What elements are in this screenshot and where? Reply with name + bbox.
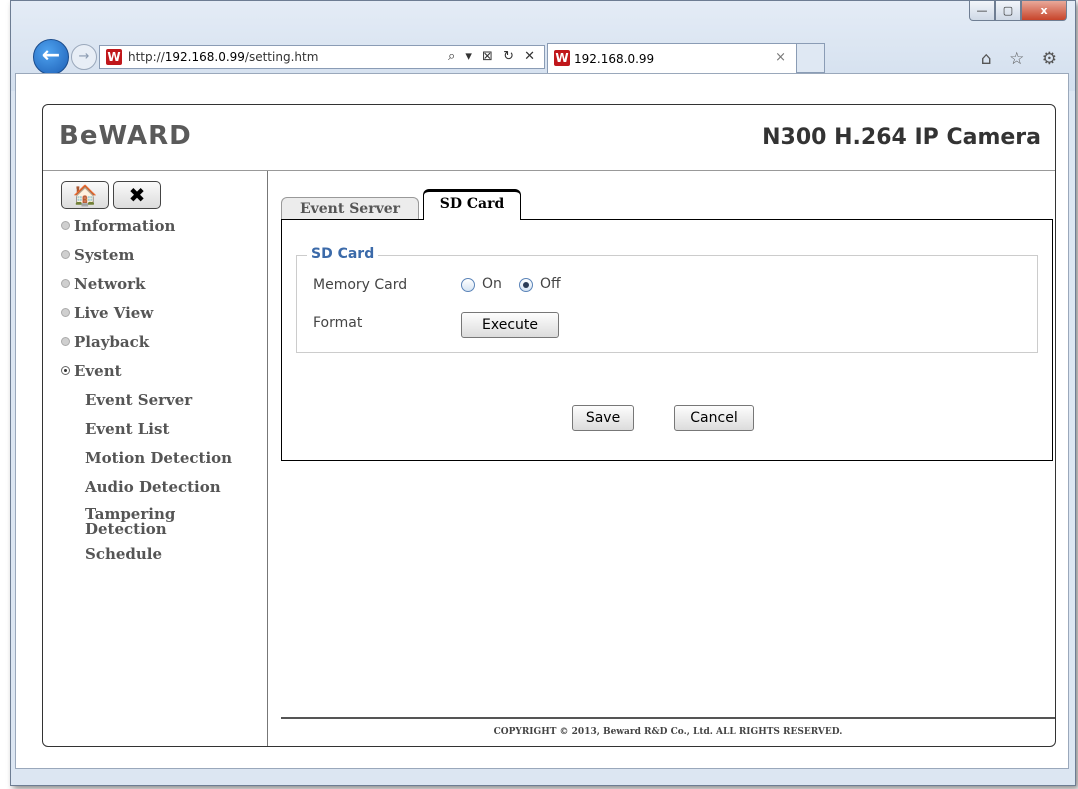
sidebar-item-network[interactable]: Network — [61, 275, 175, 304]
sd-card-fieldset: SD Card Memory Card On Off Format Execut… — [296, 246, 1038, 353]
sidebar-item-live-view[interactable]: Live View — [61, 304, 175, 333]
submenu-item-audio-detection[interactable]: Audio Detection — [85, 478, 232, 507]
maximize-button[interactable]: ▢ — [995, 1, 1021, 21]
camera-settings-page: BeWARD N300 H.264 IP Camera 🏠 ✖ Informat… — [42, 104, 1056, 747]
close-tab-icon[interactable]: × — [775, 50, 786, 65]
settings-button[interactable]: ✖ — [113, 181, 161, 209]
format-label: Format — [313, 315, 363, 331]
sidebar-menu: Information System Network Live View Pla… — [61, 217, 175, 391]
beward-logo: BeWARD — [59, 121, 192, 151]
page-header: BeWARD N300 H.264 IP Camera — [43, 105, 1055, 171]
sidebar: 🏠 ✖ Information System Network Live View… — [43, 171, 268, 746]
sidebar-icon-buttons: 🏠 ✖ — [61, 181, 161, 209]
sidebar-item-information[interactable]: Information — [61, 217, 175, 246]
status-bar — [15, 769, 1069, 781]
memory-card-on-radio[interactable] — [461, 278, 475, 292]
tab-sd-card[interactable]: SD Card — [423, 189, 521, 220]
sidebar-item-playback[interactable]: Playback — [61, 333, 175, 362]
submenu-item-schedule[interactable]: Schedule — [85, 545, 232, 574]
fieldset-legend: SD Card — [307, 246, 379, 262]
expanded-bullet-icon — [61, 366, 70, 375]
tab-panel: SD Card Memory Card On Off Format Execut… — [281, 219, 1053, 461]
page-viewport: BeWARD N300 H.264 IP Camera 🏠 ✖ Informat… — [15, 73, 1069, 769]
minimize-button[interactable]: — — [969, 1, 995, 21]
bullet-icon — [61, 221, 70, 230]
submenu-item-tampering-detection[interactable]: Tampering Detection — [85, 507, 185, 545]
submenu-item-motion-detection[interactable]: Motion Detection — [85, 449, 232, 478]
sidebar-item-system[interactable]: System — [61, 246, 175, 275]
bullet-icon — [61, 250, 70, 259]
address-bar[interactable]: W http://192.168.0.99/setting.htm ⌕ ▾ ⊠ … — [99, 45, 545, 69]
address-url: http://192.168.0.99/setting.htm — [128, 50, 319, 64]
memory-card-label: Memory Card — [313, 277, 408, 293]
browser-tab-title: 192.168.0.99 — [574, 52, 655, 66]
close-window-button[interactable]: x — [1021, 1, 1067, 21]
submenu-item-event-server[interactable]: Event Server — [85, 391, 232, 420]
bullet-icon — [61, 308, 70, 317]
execute-format-button[interactable]: Execute — [461, 312, 559, 338]
bullet-icon — [61, 337, 70, 346]
new-tab-button[interactable] — [797, 43, 825, 73]
main-content: Event Server SD Card SD Card Memory Card… — [267, 171, 1055, 746]
home-button[interactable]: 🏠 — [61, 181, 109, 209]
off-label: Off — [540, 276, 561, 292]
browser-toolbar-icons[interactable]: ⌂ ☆ ⚙ — [981, 49, 1063, 69]
memory-card-off-radio[interactable] — [519, 278, 533, 292]
footer-divider — [281, 717, 1055, 719]
event-submenu: Event Server Event List Motion Detection… — [85, 391, 232, 574]
home-icon: 🏠 — [72, 183, 98, 207]
save-button[interactable]: Save — [572, 405, 634, 431]
submenu-item-event-list[interactable]: Event List — [85, 420, 232, 449]
address-tools[interactable]: ⌕ ▾ ⊠ ↻ ✕ — [448, 46, 538, 68]
forward-button[interactable]: → — [71, 44, 97, 70]
browser-window: — ▢ x ← → W http://192.168.0.99/setting.… — [10, 0, 1076, 786]
copyright-text: COPYRIGHT © 2013, Beward R&D Co., Ltd. A… — [493, 727, 843, 737]
tab-favicon-icon: W — [554, 50, 570, 66]
window-controls: — ▢ x — [969, 1, 1067, 23]
sidebar-item-event[interactable]: Event — [61, 362, 175, 391]
tools-icon: ✖ — [128, 183, 146, 207]
cancel-button[interactable]: Cancel — [674, 405, 754, 431]
tab-event-server[interactable]: Event Server — [281, 197, 419, 219]
bullet-icon — [61, 279, 70, 288]
site-favicon-icon: W — [106, 49, 122, 65]
browser-tab[interactable]: W 192.168.0.99 × — [547, 43, 797, 73]
page-title: N300 H.264 IP Camera — [762, 125, 1041, 150]
on-label: On — [482, 276, 502, 292]
back-button[interactable]: ← — [33, 39, 69, 75]
